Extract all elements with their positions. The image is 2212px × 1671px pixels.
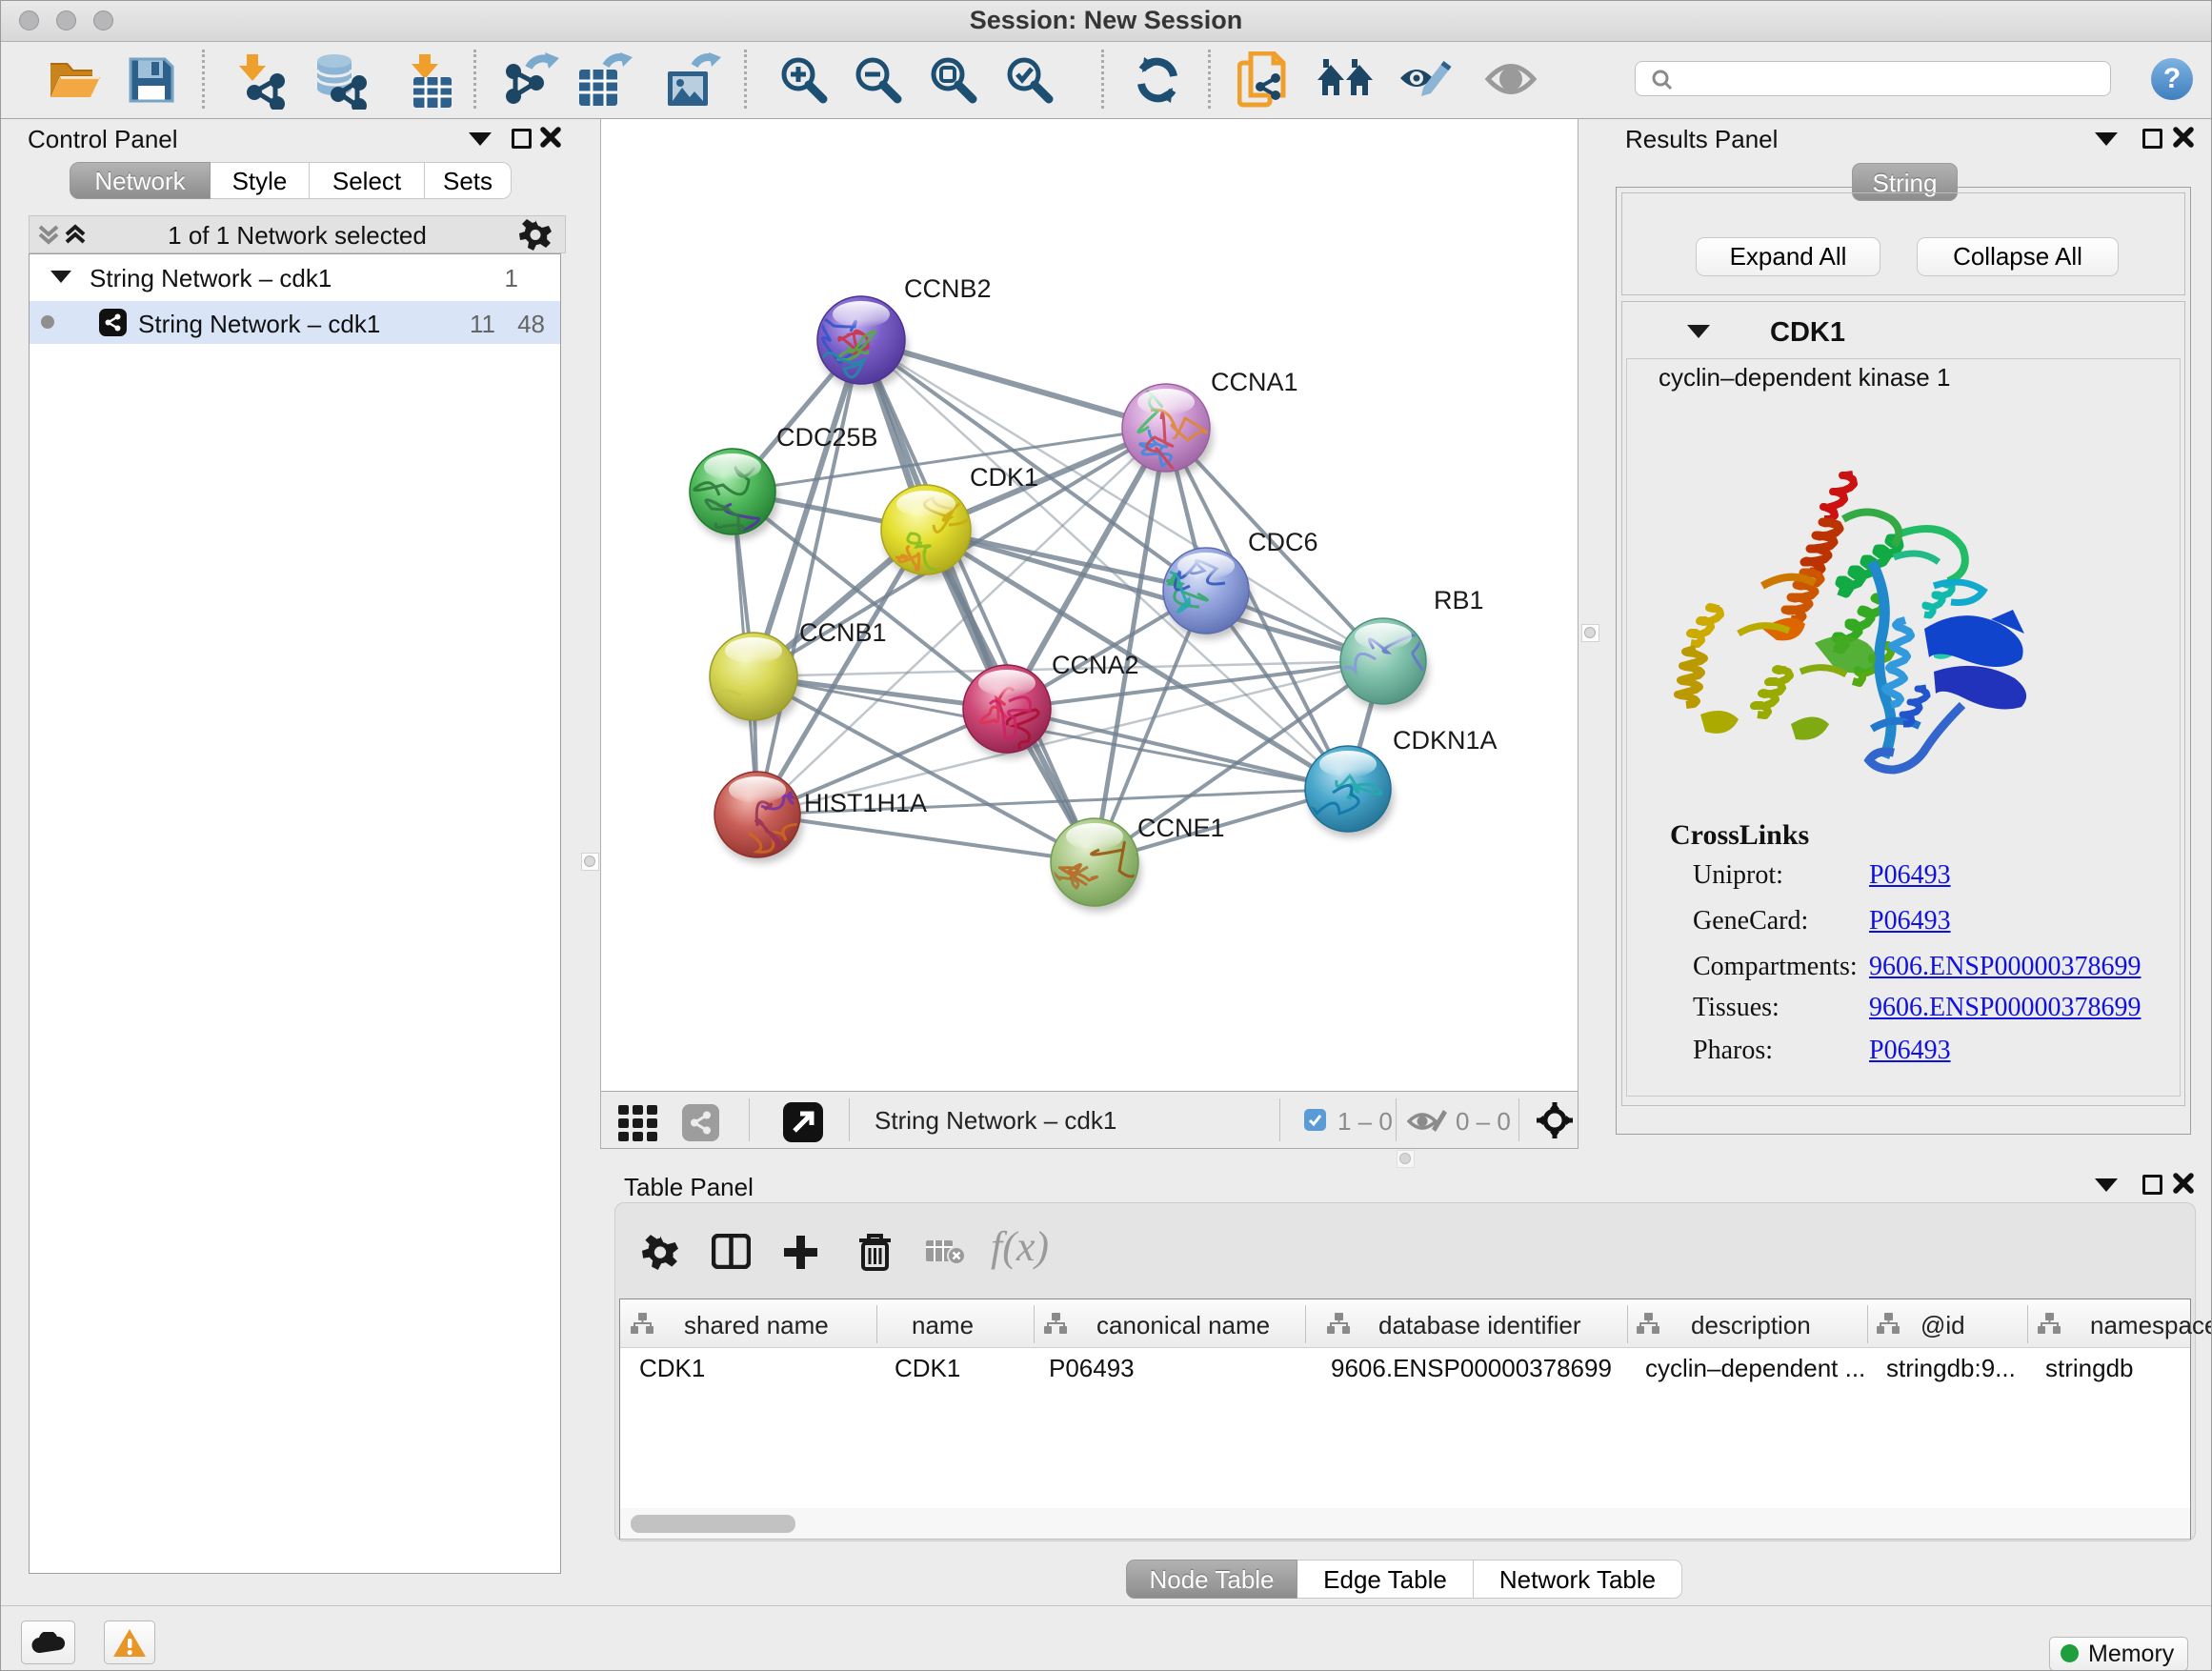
- svg-text:CCNA2: CCNA2: [1052, 651, 1139, 679]
- svg-text:CDC6: CDC6: [1248, 528, 1318, 556]
- svg-text:CCNA1: CCNA1: [1211, 368, 1298, 396]
- svg-text:HIST1H1A: HIST1H1A: [804, 789, 927, 817]
- svg-text:CDKN1A: CDKN1A: [1393, 726, 1498, 755]
- svg-text:CCNB2: CCNB2: [904, 274, 992, 303]
- svg-text:CCNE1: CCNE1: [1137, 814, 1225, 842]
- svg-text:CDK1: CDK1: [970, 463, 1038, 492]
- svg-text:CDC25B: CDC25B: [776, 423, 878, 452]
- svg-text:RB1: RB1: [1434, 586, 1484, 614]
- svg-text:CCNB1: CCNB1: [799, 618, 887, 647]
